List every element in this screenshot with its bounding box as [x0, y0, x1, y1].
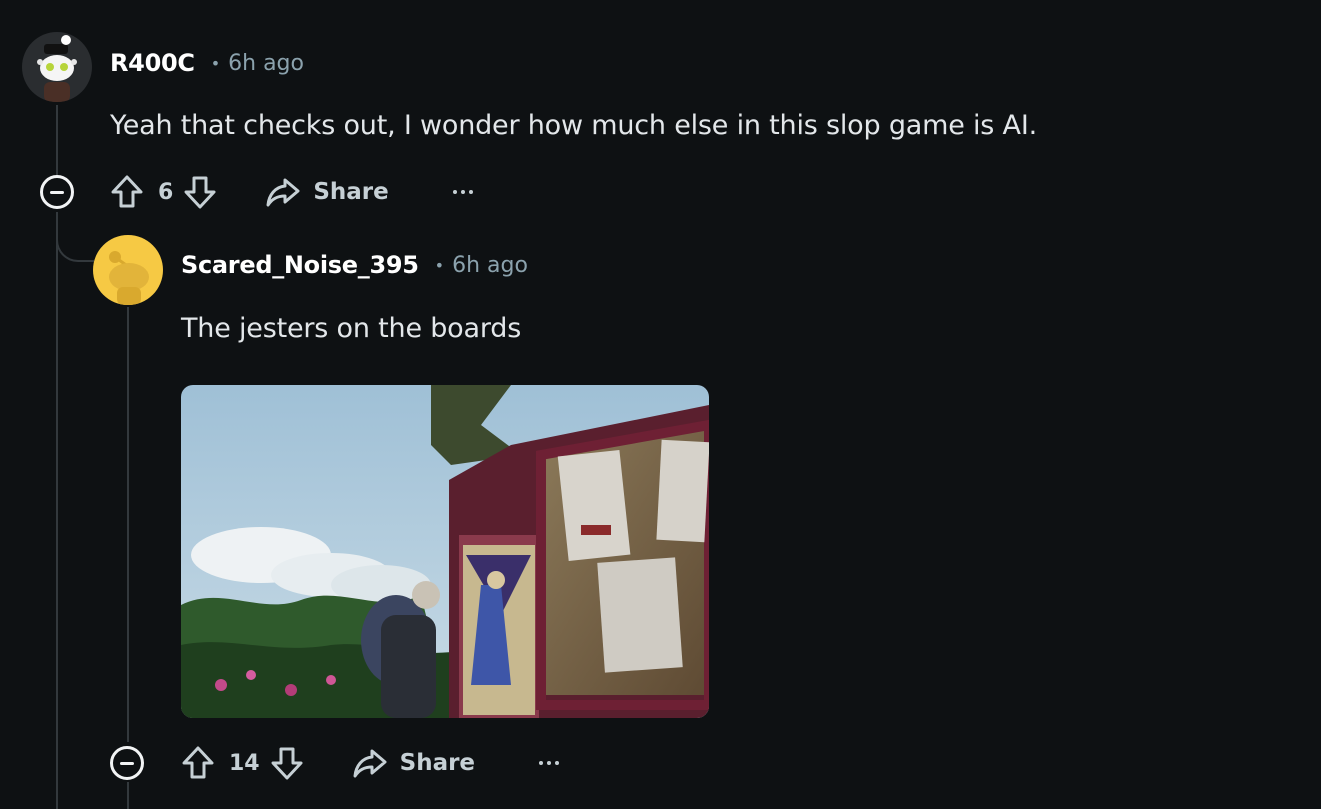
comment-text: The jesters on the boards [181, 313, 522, 344]
share-button[interactable]: Share [265, 176, 389, 208]
more-options-button[interactable] [452, 182, 473, 202]
thread-line-reply[interactable] [127, 307, 129, 742]
thread-line-reply-lower[interactable] [127, 782, 129, 809]
more-options-button[interactable] [539, 753, 560, 773]
more-dot-icon [468, 190, 473, 194]
more-dot-icon [452, 190, 457, 194]
comment-meta: R400C • 6h ago [110, 49, 304, 77]
thread-line-root[interactable] [56, 105, 58, 175]
timestamp[interactable]: 6h ago [452, 253, 528, 278]
share-button[interactable]: Share [352, 747, 475, 779]
share-label: Share [313, 179, 389, 205]
timestamp[interactable]: 6h ago [228, 51, 304, 76]
comment-image[interactable] [181, 385, 709, 718]
comment-actions: 14 Share [181, 741, 560, 785]
comment-actions: 6 Share [110, 170, 473, 214]
downvote-button[interactable] [270, 745, 304, 781]
comment-thread: R400C • 6h ago Yeah that checks out, I w… [0, 0, 1321, 809]
avatar[interactable] [22, 32, 92, 102]
downvote-button[interactable] [183, 174, 217, 210]
share-label: Share [399, 750, 476, 776]
username-link[interactable]: R400C [110, 49, 195, 77]
minus-icon [50, 190, 64, 194]
thread-connector [56, 212, 94, 262]
vote-score: 14 [229, 750, 260, 776]
share-icon [266, 178, 300, 207]
more-dot-icon [555, 761, 560, 765]
downvote-icon [271, 747, 303, 780]
more-dot-icon [547, 761, 552, 765]
collapse-button[interactable] [40, 175, 74, 209]
more-dot-icon [539, 761, 544, 765]
snoo-default-icon [93, 235, 163, 305]
avatar[interactable] [93, 235, 163, 305]
meta-separator: • [434, 255, 445, 275]
snoo-avatar-icon [22, 32, 92, 102]
minus-icon [120, 761, 134, 765]
upvote-button[interactable] [181, 745, 215, 781]
upvote-button[interactable] [110, 174, 144, 210]
game-screenshot-image [181, 385, 709, 718]
collapse-button[interactable] [110, 746, 144, 780]
upvote-icon [182, 746, 214, 779]
more-dot-icon [460, 190, 465, 194]
downvote-icon [184, 176, 216, 209]
thread-line-root-lower[interactable] [56, 212, 58, 809]
comment-meta: Scared_Noise_395 • 6h ago [181, 251, 528, 279]
share-icon [353, 749, 387, 778]
vote-score: 6 [158, 179, 174, 205]
upvote-icon [111, 175, 143, 208]
meta-separator: • [210, 53, 221, 73]
username-link[interactable]: Scared_Noise_395 [181, 251, 419, 279]
comment-text: Yeah that checks out, I wonder how much … [110, 110, 1037, 141]
